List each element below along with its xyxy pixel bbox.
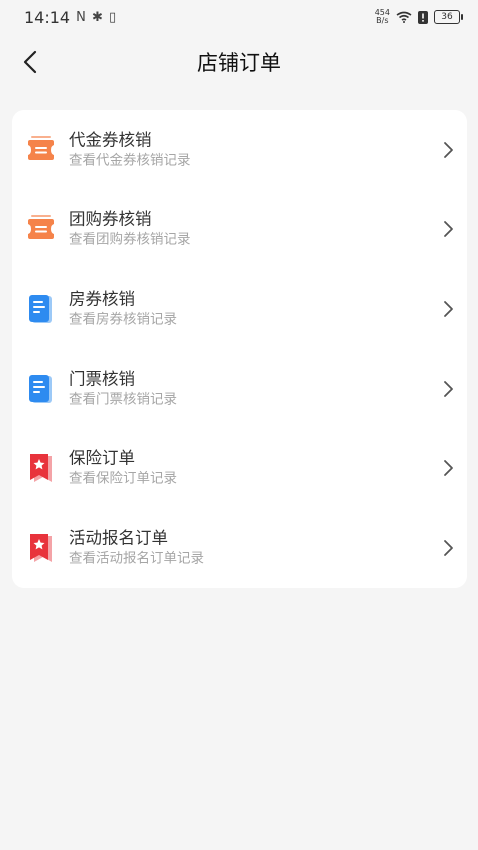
menu-item-label: 门票核销 [69,369,135,389]
network-speed-unit: B/s [376,16,389,25]
menu-item-subtitle: 查看代金券核销记录 [69,152,191,169]
chevron-right-icon [444,460,453,477]
menu-item-text: 门票核销 查看门票核销记录 [69,369,177,408]
menu-item-text: 房券核销 查看房券核销记录 [69,289,177,328]
menu-item-label: 代金券核销 [69,130,152,150]
page-title: 店铺订单 [197,51,281,75]
order-menu-card: 代金券核销 查看代金券核销记录 团购券核销 查看团购券核销记录 房券核销 查看房… [12,110,467,588]
chevron-right-icon [444,141,453,158]
menu-item-subtitle: 查看活动报名订单记录 [69,550,204,567]
status-right: 454 B/s 36 [375,9,463,25]
menu-item-subtitle: 查看团购券核销记录 [69,231,191,248]
chevron-left-icon [23,50,37,74]
star-bookmark-icon [30,454,52,483]
menu-item-event-signup[interactable]: 活动报名订单 查看活动报名订单记录 [12,508,467,588]
back-button[interactable] [14,46,46,78]
status-time: 14:14 [24,7,71,27]
chevron-right-icon [444,221,453,238]
status-bar: 14:14 N ✱ ▯ 454 B/s 36 [0,0,478,34]
menu-item-insurance[interactable]: 保险订单 查看保险订单记录 [12,428,467,508]
menu-item-text: 团购券核销 查看团购券核销记录 [69,210,191,249]
menu-item-text: 代金券核销 查看代金券核销记录 [69,130,191,169]
menu-item-label: 房券核销 [69,289,135,309]
menu-item-subtitle: 查看房券核销记录 [69,311,177,328]
chevron-right-icon [444,380,453,397]
status-left: 14:14 N ✱ ▯ [24,8,117,27]
network-speed: 454 B/s [375,9,390,25]
chevron-right-icon [444,301,453,317]
ticket-icon [28,215,54,240]
wifi-icon [396,11,412,23]
star-bookmark-icon [30,533,52,562]
menu-item-subtitle: 查看门票核销记录 [69,391,177,408]
status-icons-left: N ✱ ▯ [76,9,118,25]
menu-item-label: 团购券核销 [69,209,152,229]
menu-item-text: 活动报名订单 查看活动报名订单记录 [69,528,204,567]
chevron-right-icon [444,539,453,556]
battery-indicator: 36 [434,10,463,24]
document-icon [29,374,52,403]
menu-item-room-voucher[interactable]: 房券核销 查看房券核销记录 [12,269,467,349]
document-icon [29,294,52,323]
menu-item-voucher[interactable]: 代金券核销 查看代金券核销记录 [12,110,467,190]
ticket-icon [28,135,54,160]
menu-item-label: 活动报名订单 [69,528,168,548]
menu-item-subtitle: 查看保险订单记录 [69,470,177,487]
menu-item-label: 保险订单 [69,448,135,468]
menu-item-group-buy[interactable]: 团购券核销 查看团购券核销记录 [12,190,467,270]
alert-icon [418,10,428,24]
menu-item-text: 保险订单 查看保险订单记录 [69,449,177,488]
menu-item-ticket[interactable]: 门票核销 查看门票核销记录 [12,349,467,429]
header: 店铺订单 [0,36,478,88]
